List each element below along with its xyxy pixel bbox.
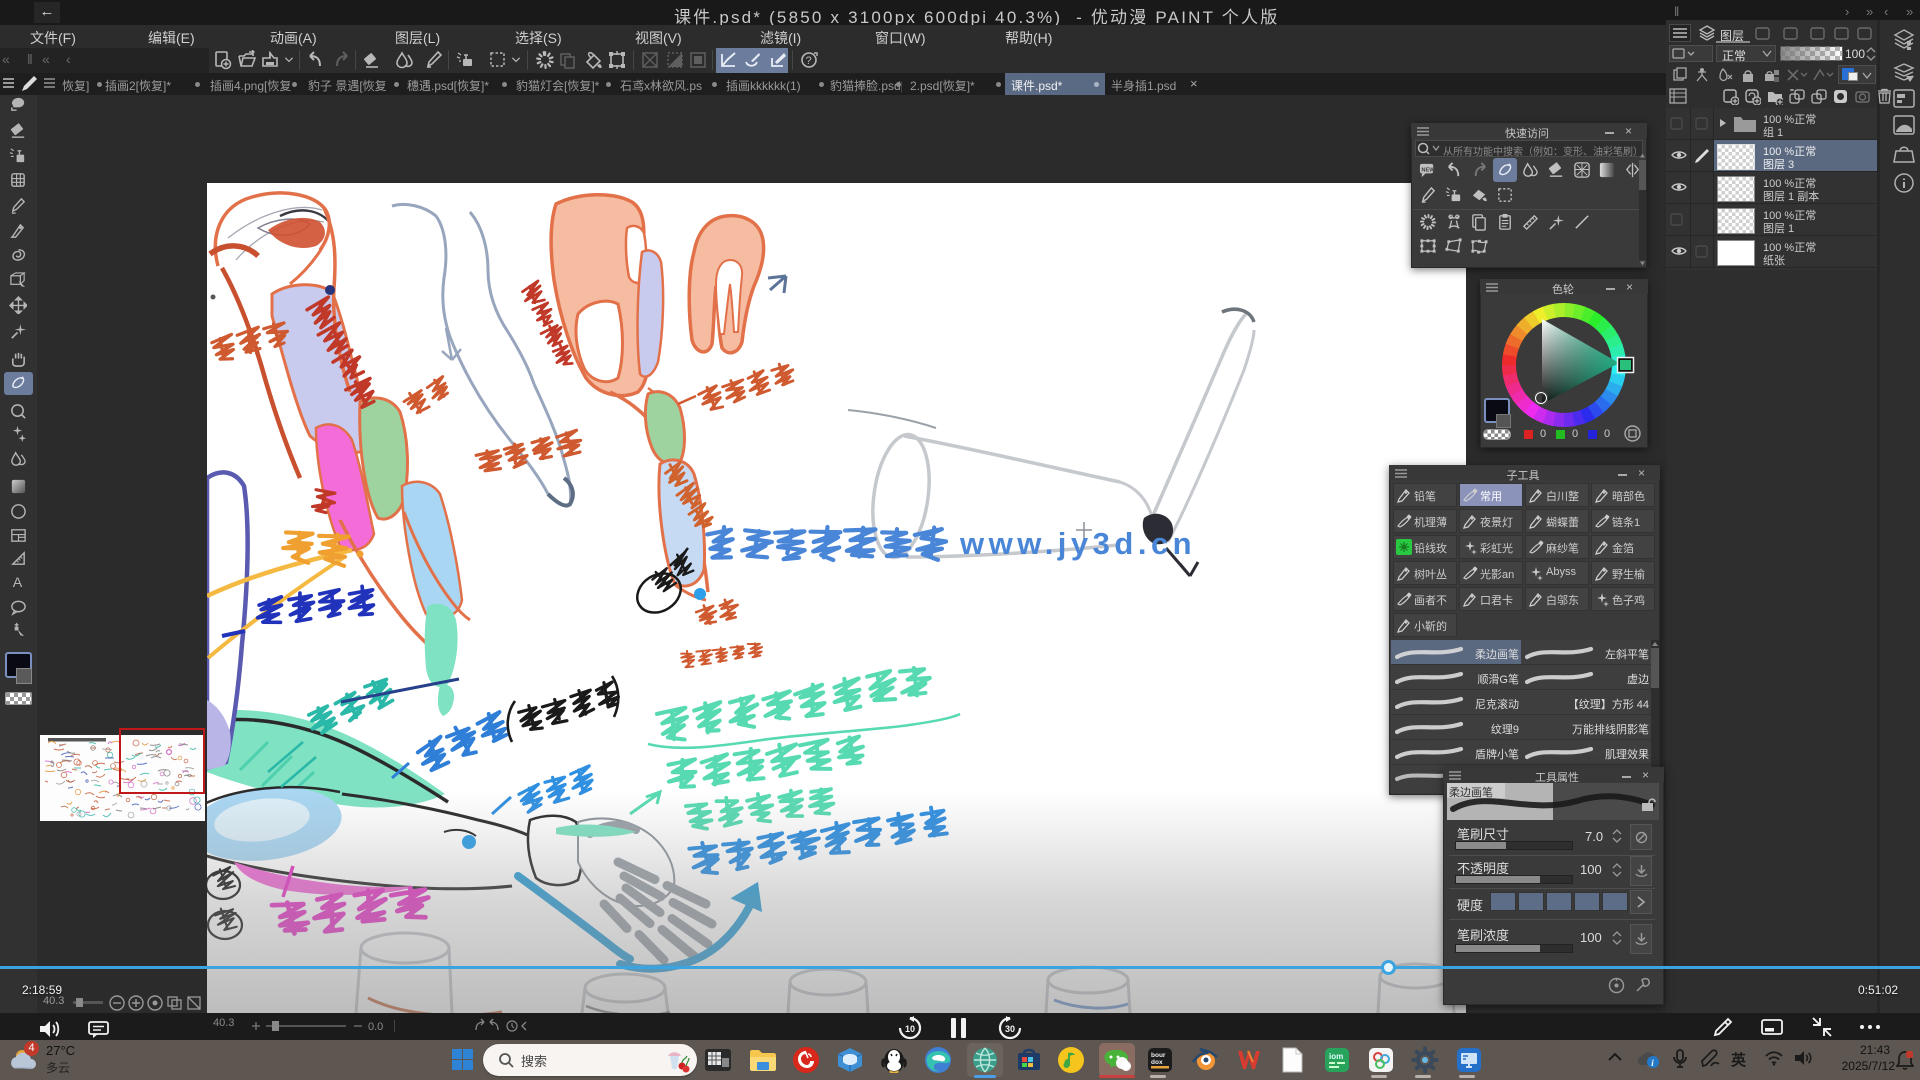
svg-text:A: A <box>13 575 23 591</box>
svg-text:dox: dox <box>1151 1059 1163 1066</box>
svg-text:10: 10 <box>905 1024 915 1034</box>
svg-text:www.jy3d.cn: www.jy3d.cn <box>959 526 1196 561</box>
svg-text:0.0: 0.0 <box>368 1021 383 1033</box>
svg-text:iom: iom <box>1329 1052 1343 1061</box>
svg-text:NEW: NEW <box>1421 167 1435 173</box>
svg-text:bour: bour <box>1151 1052 1166 1059</box>
svg-text:30: 30 <box>1005 1024 1015 1034</box>
svg-text:?: ? <box>806 55 812 67</box>
